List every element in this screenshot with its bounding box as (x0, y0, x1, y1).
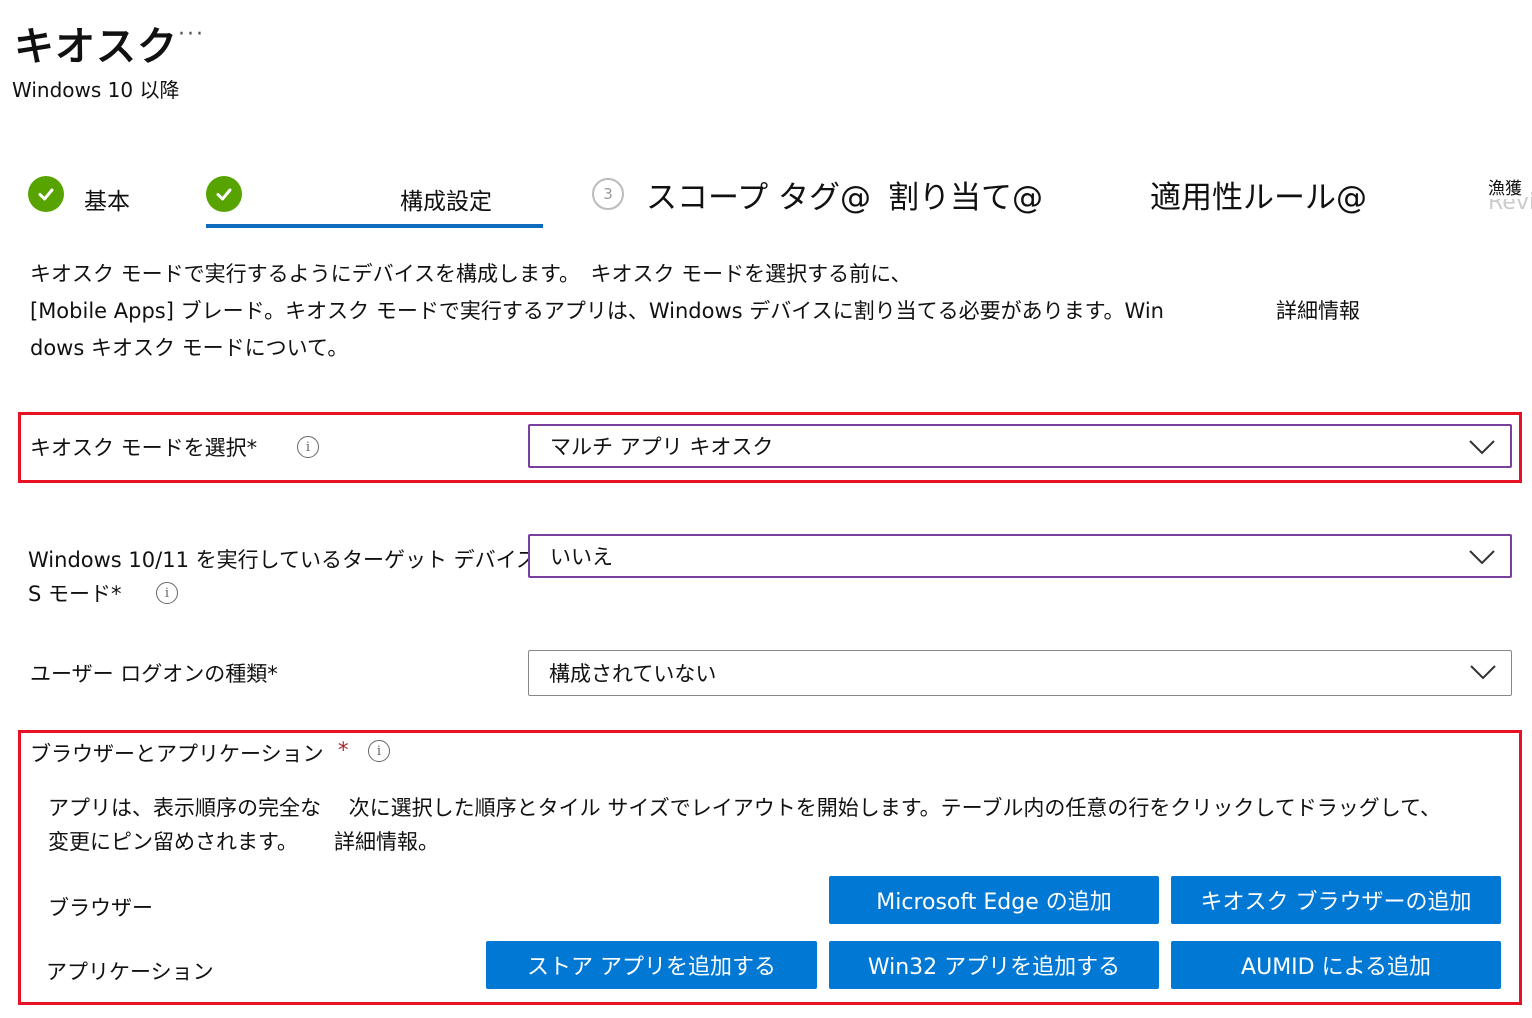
step-applicability-label[interactable]: 適用性ルール@ (1150, 172, 1367, 217)
kiosk-mode-info-icon[interactable]: i (297, 436, 319, 458)
learn-more-link[interactable]: 詳細情報 (1276, 299, 1360, 323)
add-by-aumid-button[interactable]: AUMID による追加 (1171, 941, 1501, 989)
chevron-down-icon (1469, 550, 1495, 565)
step-basics-checkmark-icon (28, 176, 64, 212)
description: キオスク モードで実行するようにデバイスを構成します。 キオスク モードを選択す… (30, 256, 1510, 367)
browsers-apps-desc-line2: 変更にピン留めされます。 (48, 830, 298, 854)
page-subtitle: Windows 10 以降 (12, 78, 180, 102)
s-mode-label-line1: Windows 10/11 を実行しているターゲット デバイス (28, 548, 538, 572)
add-microsoft-edge-button[interactable]: Microsoft Edge の追加 (829, 876, 1159, 924)
browser-section-label: ブラウザー (48, 896, 153, 920)
browsers-apps-info-icon[interactable]: i (368, 740, 390, 762)
step-basics-label[interactable]: 基本 (84, 182, 130, 216)
chevron-down-icon (1469, 440, 1495, 455)
description-line1: キオスク モードで実行するようにデバイスを構成します。 キオスク モードを選択す… (30, 262, 912, 286)
kiosk-mode-value: マルチ アプリ キオスク (550, 435, 774, 459)
add-kiosk-browser-button[interactable]: キオスク ブラウザーの追加 (1171, 876, 1501, 924)
step-config-checkmark-icon (206, 176, 242, 212)
active-step-underline (206, 224, 543, 228)
browsers-apps-label: ブラウザーとアプリケーション (30, 742, 324, 766)
step-review-label[interactable]: 漁獲 (1488, 174, 1522, 199)
kiosk-mode-dropdown[interactable]: マルチ アプリ キオスク (528, 424, 1512, 468)
add-store-app-button[interactable]: ストア アプリを追加する (486, 941, 817, 989)
logon-type-value: 構成されていない (549, 662, 717, 686)
more-options-button[interactable]: ··· (178, 22, 205, 47)
description-line2: [Mobile Apps] ブレード。キオスク モードで実行するアプリは、Win… (30, 299, 1360, 323)
logon-type-dropdown[interactable]: 構成されていない (528, 650, 1512, 696)
s-mode-info-icon[interactable]: i (156, 582, 178, 604)
s-mode-dropdown[interactable]: いいえ (528, 534, 1512, 578)
description-line3: dows キオスク モードについて。 (30, 336, 349, 360)
browsers-apps-learn-more-link[interactable]: 詳細情報。 (334, 826, 439, 856)
chevron-down-icon (1470, 665, 1496, 680)
add-win32-app-button[interactable]: Win32 アプリを追加する (829, 941, 1159, 989)
step-assignments-label[interactable]: 割り当て@ (888, 172, 1043, 217)
step-scope-number-icon: 3 (592, 178, 624, 210)
s-mode-value: いいえ (550, 545, 613, 569)
logon-type-label: ユーザー ログオンの種類* (30, 662, 278, 686)
application-section-label: アプリケーション (46, 960, 214, 984)
page-title: キオスク (14, 24, 178, 70)
required-asterisk: * (338, 738, 349, 762)
step-scope-tags-label[interactable]: スコープ タグ@ (646, 172, 871, 217)
browsers-apps-desc-line1: アプリは、表示順序の完全な 次に選択した順序とタイル サイズでレイアウトを開始し… (48, 796, 1442, 820)
s-mode-label-line2: S モード* (28, 582, 122, 606)
kiosk-mode-label: キオスク モードを選択* (30, 436, 258, 460)
step-config-label[interactable]: 構成設定 (400, 182, 492, 216)
